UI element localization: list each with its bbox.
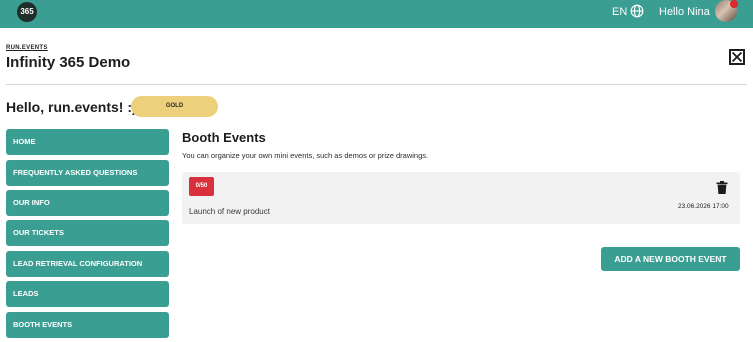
sidebar-item-our-info[interactable]: OUR INFO (6, 190, 169, 216)
user-greeting: Hello Nina (659, 6, 710, 18)
event-name: Launch of new product (189, 207, 270, 216)
welcome-greeting: Hello, run.events! :) (6, 99, 137, 115)
globe-icon[interactable] (630, 4, 644, 18)
header-divider (6, 84, 747, 85)
sidebar-item-home[interactable]: HOME (6, 129, 169, 155)
section-description: You can organize your own mini events, s… (182, 151, 429, 160)
event-card[interactable] (182, 172, 740, 224)
sidebar-item-lead-retrieval[interactable]: LEAD RETRIEVAL CONFIGURATION (6, 251, 169, 277)
sidebar-item-leads[interactable]: LEADS (6, 281, 169, 307)
notification-dot (730, 0, 738, 8)
sidebar-item-faq[interactable]: FREQUENTLY ASKED QUESTIONS (6, 160, 169, 186)
event-count-badge: 0/50 (189, 177, 214, 196)
section-title: Booth Events (182, 130, 266, 145)
sidebar-item-our-tickets[interactable]: OUR TICKETS (6, 220, 169, 246)
app-logo[interactable]: 365 (17, 2, 37, 22)
trash-icon[interactable] (716, 181, 728, 194)
add-booth-event-button[interactable]: ADD A NEW BOOTH EVENT (601, 247, 740, 271)
close-button[interactable] (729, 49, 745, 65)
sidebar-item-booth-events[interactable]: BOOTH EVENTS (6, 312, 169, 338)
organization-link[interactable]: RUN.EVENTS (6, 45, 48, 51)
event-date: 23.06.2026 17:00 (678, 203, 729, 210)
tier-badge: GOLD (131, 96, 218, 117)
language-selector[interactable]: EN (612, 6, 627, 18)
page-title: Infinity 365 Demo (6, 54, 131, 71)
close-icon (732, 52, 742, 62)
